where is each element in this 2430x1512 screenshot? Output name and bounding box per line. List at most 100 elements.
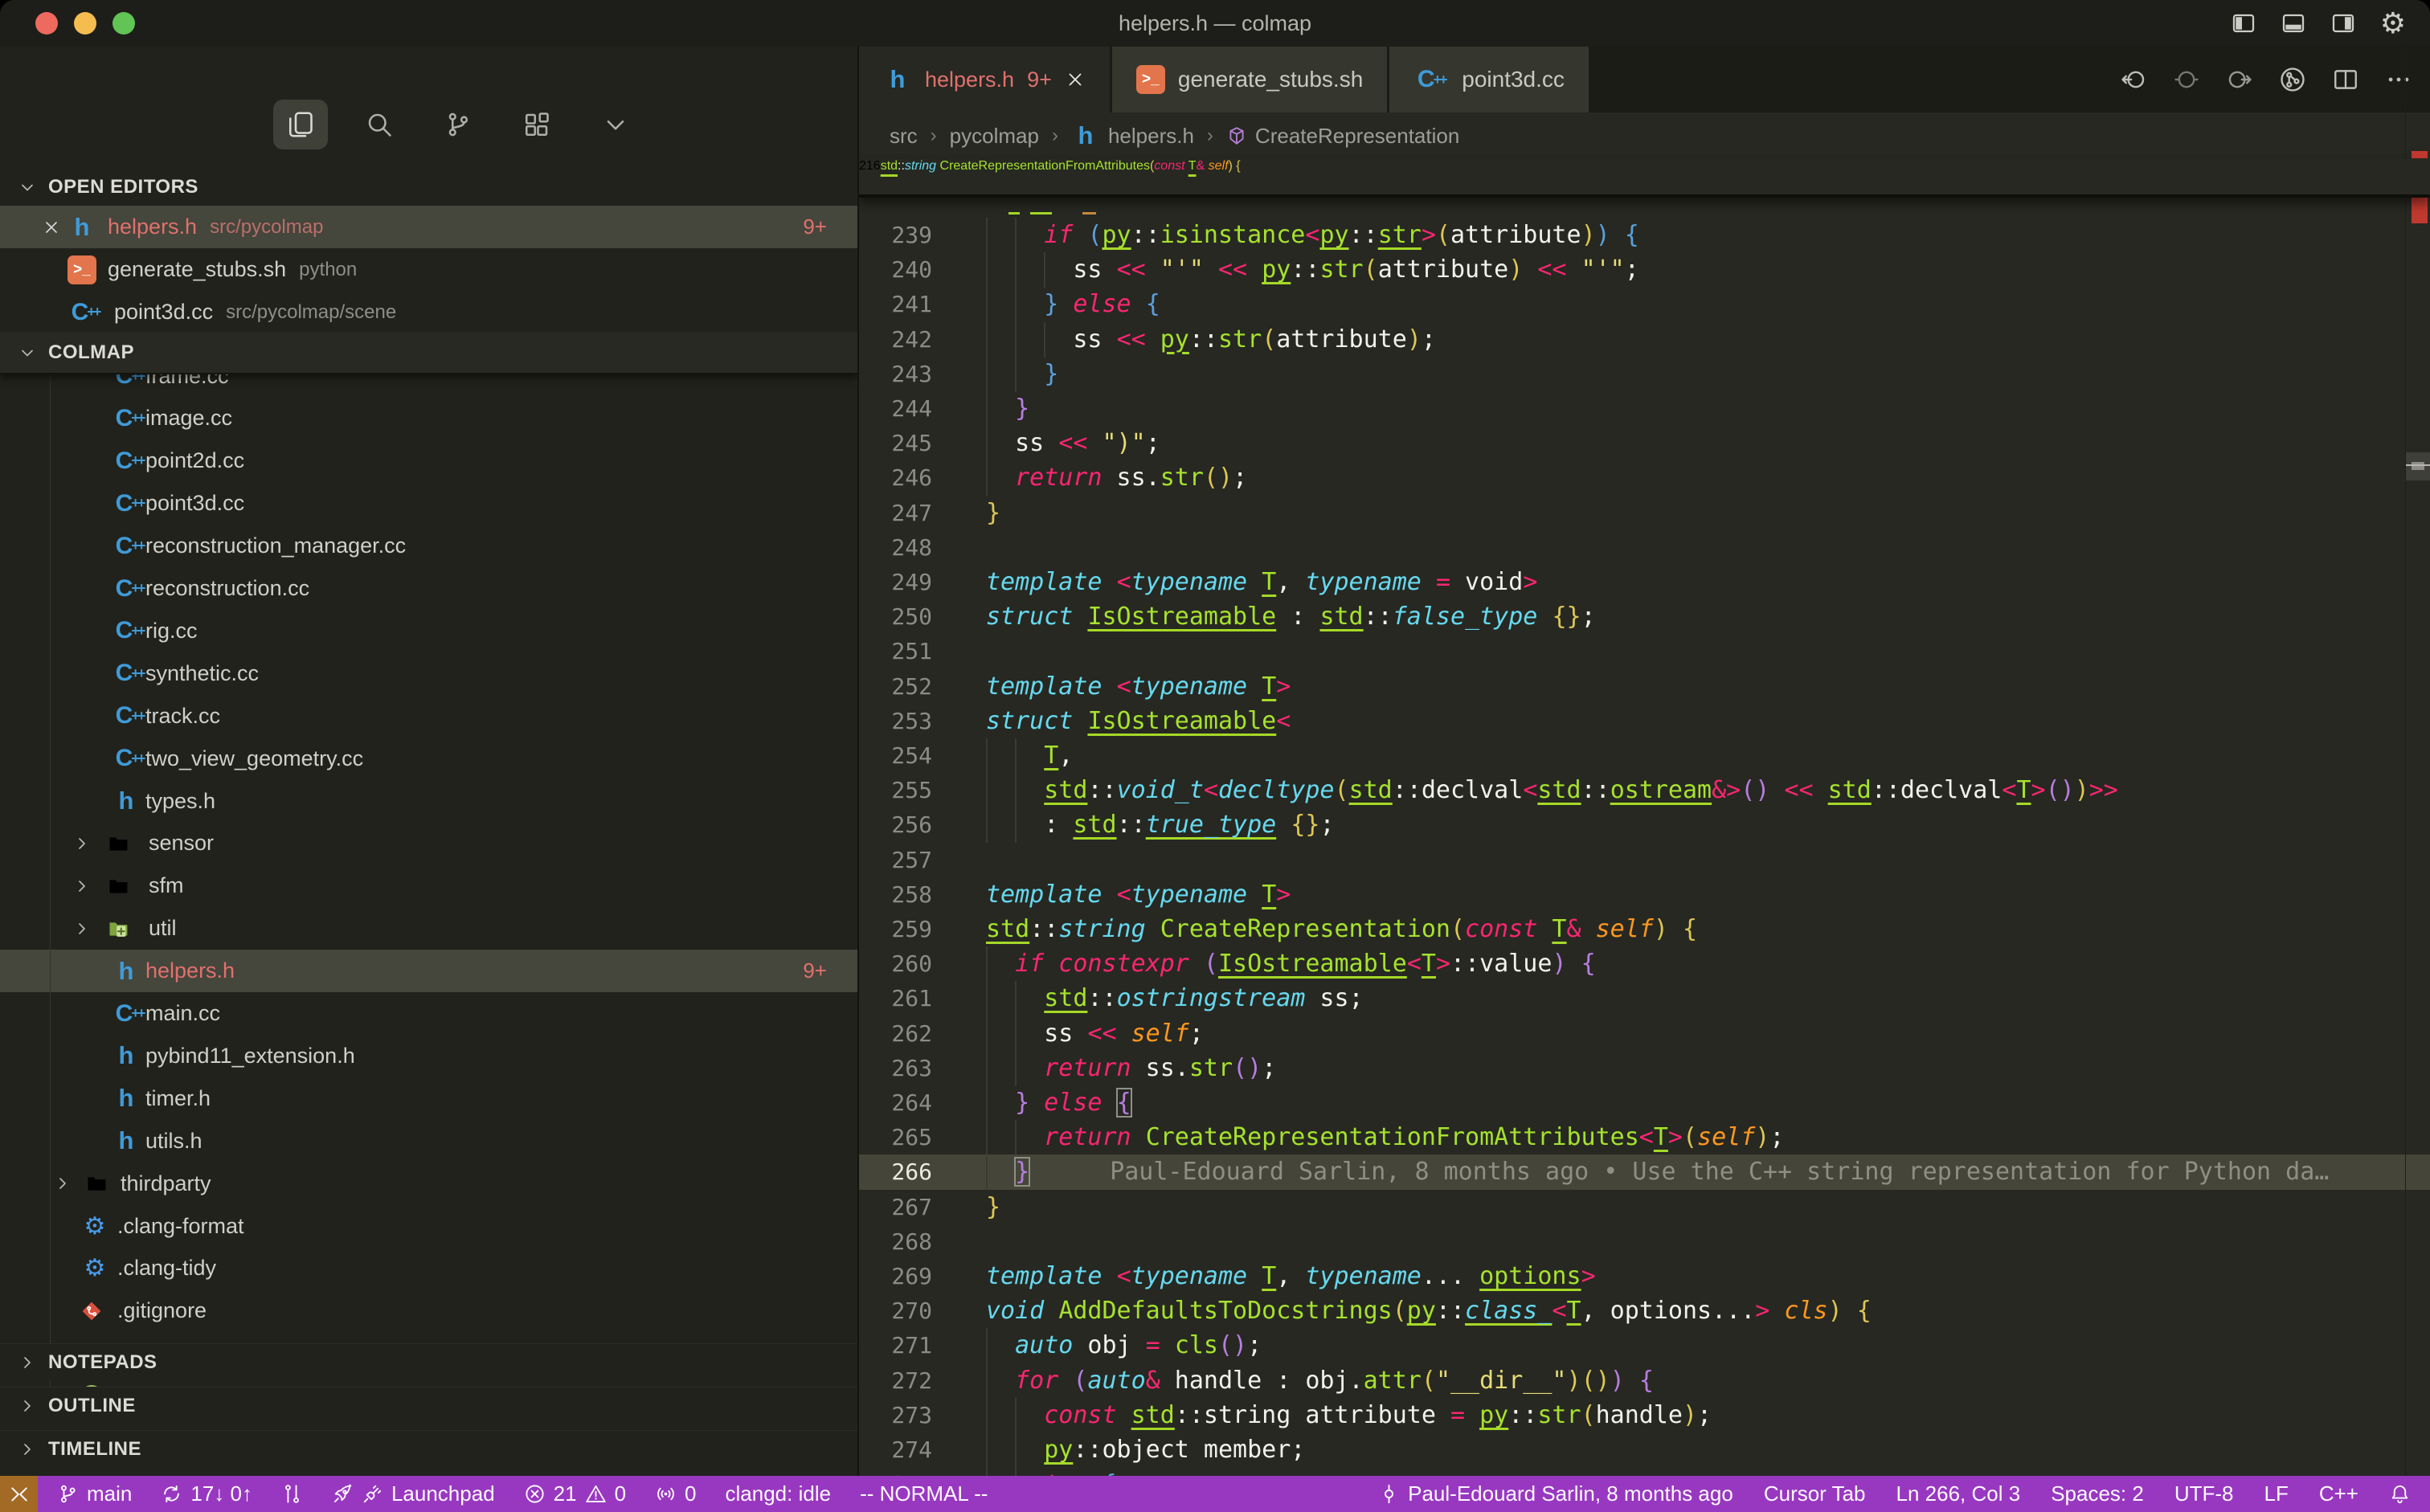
gear-icon[interactable]: ⚙ (2380, 6, 2406, 40)
open-editors-header[interactable]: OPEN EDITORS (0, 169, 857, 206)
code-line-243[interactable]: 243 } (859, 357, 2430, 392)
section-header-notepads[interactable]: NOTEPADS (0, 1343, 857, 1380)
line-number[interactable]: 266 (859, 1154, 932, 1190)
code-line-255[interactable]: 255 std::void_t<decltype(std::declval<st… (859, 773, 2430, 808)
status-encoding[interactable]: UTF-8 (2174, 1481, 2234, 1506)
sidebar-item-clang-format[interactable]: ⚙.clang-format (0, 1205, 857, 1248)
activity-item-chevron-down[interactable] (588, 100, 643, 149)
code-line-240[interactable]: 240 ss << "'" << py::str(attribute) << "… (859, 252, 2430, 288)
line-number[interactable]: 255 (859, 773, 932, 808)
sidebar-item-two-view-geometry-cc[interactable]: C++two_view_geometry.cc (0, 738, 857, 780)
close-icon[interactable] (42, 218, 61, 237)
line-number[interactable]: 254 (859, 738, 932, 774)
sidebar-item-point2d-cc[interactable]: C++point2d.cc (0, 439, 857, 482)
code-area[interactable]: 239 if (py::isinstance<py::str>(attribut… (859, 218, 2430, 1476)
activity-item-source-control[interactable] (431, 100, 485, 149)
sidebar-item-helpers-h[interactable]: hhelpers.h9+ (0, 950, 857, 992)
code-line-274[interactable]: 274 py::object member; (859, 1432, 2430, 1468)
status-clangd-status[interactable]: clangd: idle (726, 1481, 832, 1506)
code-line-242[interactable]: 242 ss << py::str(attribute); (859, 322, 2430, 358)
open-editor-point3d-cc[interactable]: C++point3d.ccsrc/pycolmap/scene (0, 291, 857, 333)
scrollbar-thumb[interactable] (2406, 452, 2430, 480)
line-number[interactable]: 260 (859, 946, 932, 982)
code-line-249[interactable]: 249template <typename T, typename = void… (859, 565, 2430, 600)
tab-point3d-cc[interactable]: C++point3d.cc (1389, 47, 1589, 112)
line-number[interactable]: 274 (859, 1432, 932, 1468)
breadcrumb-item-createrepresentation[interactable]: CreateRepresentation (1226, 124, 1459, 149)
status-eol[interactable]: LF (2264, 1481, 2289, 1506)
line-number[interactable]: 259 (859, 912, 932, 947)
code-line-275[interactable]: 275 try { (859, 1467, 2430, 1476)
code-line-248[interactable]: 248 (859, 530, 2430, 566)
code-line-252[interactable]: 252template <typename T> (859, 669, 2430, 705)
line-number[interactable]: 242 (859, 322, 932, 358)
breadcrumb-item-pycolmap[interactable]: pycolmap (950, 124, 1039, 149)
activity-item-layout[interactable] (509, 100, 564, 149)
status-cursor-tab[interactable]: Cursor Tab (1764, 1481, 1866, 1506)
code-line-258[interactable]: 258template <typename T> (859, 877, 2430, 913)
code-line-262[interactable]: 262 ss << self; (859, 1016, 2430, 1052)
section-header-outline[interactable]: OUTLINE (0, 1387, 857, 1424)
sidebar-item-thirdparty[interactable]: thirdparty (0, 1163, 857, 1205)
line-number[interactable]: 247 (859, 496, 932, 531)
code-line-259[interactable]: 259std::string CreateRepresentation(cons… (859, 912, 2430, 947)
line-number[interactable]: 258 (859, 877, 932, 913)
code-line-254[interactable]: 254 T, (859, 738, 2430, 774)
status-git-blame[interactable]: Paul-Edouard Sarlin, 8 months ago (1378, 1481, 1733, 1506)
status-git-branch[interactable]: main (57, 1481, 132, 1506)
code-line-239[interactable]: 239 if (py::isinstance<py::str>(attribut… (859, 218, 2430, 253)
line-number[interactable]: 252 (859, 669, 932, 705)
line-number[interactable]: 261 (859, 981, 932, 1016)
line-number[interactable]: 251 (859, 634, 932, 669)
line-number[interactable]: 241 (859, 287, 932, 322)
line-number[interactable]: 270 (859, 1293, 932, 1329)
line-number[interactable]: 275 (859, 1467, 932, 1476)
line-number[interactable]: 272 (859, 1363, 932, 1399)
sidebar-item-pybind11-extension-h[interactable]: hpybind11_extension.h (0, 1035, 857, 1077)
open-editor-generate-stubs-sh[interactable]: >_generate_stubs.shpython (0, 248, 857, 291)
status-vim-mode[interactable]: -- NORMAL -- (860, 1481, 988, 1506)
line-number[interactable]: 263 (859, 1051, 932, 1086)
breadcrumb-item-src[interactable]: src (890, 124, 918, 149)
status-ports[interactable]: 0 (655, 1481, 696, 1506)
sidebar-item-timer-h[interactable]: htimer.h (0, 1077, 857, 1120)
close-icon[interactable] (1065, 69, 1086, 90)
status-cursor-position[interactable]: Ln 266, Col 3 (1896, 1481, 2021, 1506)
line-number[interactable]: 243 (859, 357, 932, 392)
remote-indicator[interactable] (0, 1476, 38, 1512)
sidebar-item-track-cc[interactable]: C++track.cc (0, 695, 857, 738)
vcs-circle-icon[interactable] (2279, 66, 2306, 93)
sidebar-item-utils-h[interactable]: hutils.h (0, 1120, 857, 1163)
sidebar-item-reconstruction-manager-cc[interactable]: C++reconstruction_manager.cc (0, 525, 857, 567)
nav-forward-icon[interactable] (2226, 66, 2253, 93)
code-line-268[interactable]: 268 (859, 1224, 2430, 1260)
overview-ruler[interactable] (2405, 47, 2430, 1476)
sidebar-item-sfm[interactable]: sfm (0, 864, 857, 907)
code-line-245[interactable]: 245 ss << ")"; (859, 426, 2430, 461)
line-number[interactable]: 246 (859, 460, 932, 496)
code-line-260[interactable]: 260 if constexpr (IsOstreamable<T>::valu… (859, 946, 2430, 982)
code-line-272[interactable]: 272 for (auto& handle : obj.attr("__dir_… (859, 1363, 2430, 1399)
sidebar-item-main-cc[interactable]: C++main.cc (0, 992, 857, 1035)
line-number[interactable]: 239 (859, 218, 932, 253)
line-number[interactable]: 264 (859, 1085, 932, 1121)
sidebar-item-rig-cc[interactable]: C++rig.cc (0, 610, 857, 652)
code-line-241[interactable]: 241 } else { (859, 287, 2430, 322)
line-number[interactable]: 271 (859, 1328, 932, 1363)
split-icon[interactable] (2332, 66, 2359, 93)
nav-back-icon[interactable] (2120, 66, 2147, 93)
sidebar-item-gitignore[interactable]: .gitignore (0, 1289, 857, 1332)
code-line-265[interactable]: 265 return CreateRepresentationFromAttri… (859, 1120, 2430, 1155)
tab-generate-stubs-sh[interactable]: >_generate_stubs.sh (1112, 47, 1387, 112)
line-number[interactable]: 216 (859, 159, 881, 173)
line-number[interactable]: 248 (859, 530, 932, 566)
line-number[interactable]: 256 (859, 807, 932, 843)
code-line-256[interactable]: 256 : std::true_type {}; (859, 807, 2430, 843)
sidebar-item-clang-tidy[interactable]: ⚙.clang-tidy (0, 1248, 857, 1290)
line-number[interactable]: 268 (859, 1224, 932, 1260)
sticky-scroll-line[interactable]: 216std::string CreateRepresentationFromA… (859, 159, 2430, 198)
code-line-271[interactable]: 271 auto obj = cls(); (859, 1328, 2430, 1363)
sidebar-item-point3d-cc[interactable]: C++point3d.cc (0, 482, 857, 525)
code-line-273[interactable]: 273 const std::string attribute = py::st… (859, 1398, 2430, 1433)
line-number[interactable]: 249 (859, 565, 932, 600)
